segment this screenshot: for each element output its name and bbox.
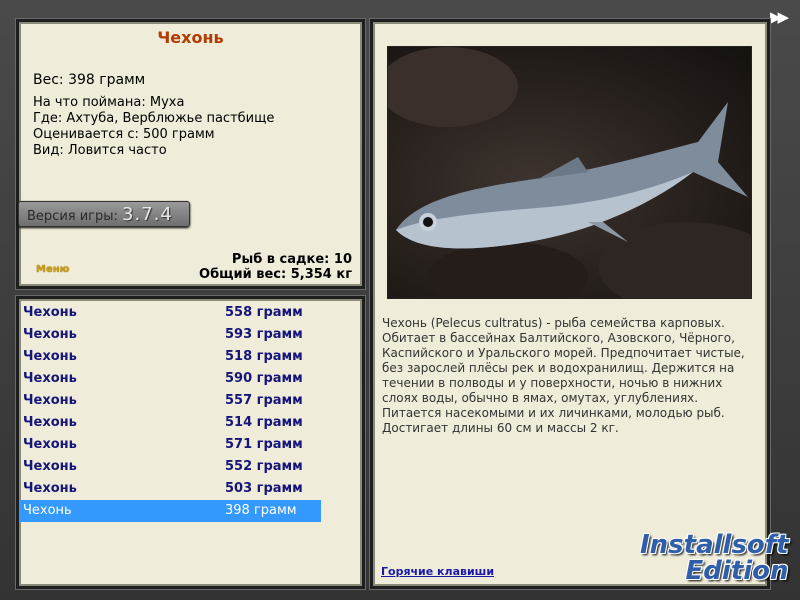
list-item[interactable]: Чехонь 558 грамм: [20, 302, 321, 324]
watermark-logo: Installsoft Edition: [640, 532, 789, 584]
fish-details: На что поймана: Муха Где: Ахтуба, Верблю…: [33, 95, 274, 159]
fish-photo: [387, 46, 752, 299]
list-item[interactable]: Чехонь 518 грамм: [20, 346, 321, 368]
fish-weight: 518 грамм: [225, 349, 303, 364]
cage-stats: Рыб в садке: 10 Общий вес: 5,354 кг: [199, 252, 352, 282]
watermark-line1: Installsoft: [640, 530, 789, 560]
fish-name: Чехонь: [23, 459, 77, 474]
fish-weight: 557 грамм: [225, 393, 303, 408]
hotkeys-link[interactable]: Горячие клавиши: [381, 565, 494, 578]
list-item[interactable]: Чехонь 571 грамм: [20, 434, 321, 456]
location: Где: Ахтуба, Верблюжье пастбище: [33, 111, 275, 126]
valued-from: Оценивается с: 500 грамм: [33, 127, 215, 142]
fish-name: Чехонь: [23, 393, 77, 408]
list-item[interactable]: Чехонь 593 грамм: [20, 324, 321, 346]
list-item[interactable]: Чехонь 503 грамм: [20, 478, 321, 500]
fish-weight: 590 грамм: [225, 371, 303, 386]
fish-illustration: [388, 47, 751, 298]
fast-forward-icon[interactable]: ▶▶: [770, 8, 789, 26]
fish-weight: 503 грамм: [225, 481, 303, 496]
fish-weight: 514 грамм: [225, 415, 303, 430]
list-item[interactable]: Чехонь 557 грамм: [20, 390, 321, 412]
frequency: Вид: Ловится часто: [33, 143, 167, 158]
list-item-selected[interactable]: Чехонь 398 грамм: [20, 500, 321, 522]
menu-link[interactable]: Меню: [36, 264, 69, 275]
fish-weight: Вес: 398 грамм: [33, 72, 146, 88]
fish-name: Чехонь: [23, 327, 77, 342]
fish-name: Чехонь: [23, 349, 77, 364]
fish-name: Чехонь: [23, 371, 77, 386]
version-number: 3.7.4: [122, 204, 173, 225]
fish-weight: 558 грамм: [225, 305, 303, 320]
version-label: Версия игры:: [27, 209, 118, 224]
watermark-line2: Edition: [685, 556, 789, 586]
fish-weight: 571 грамм: [225, 437, 303, 452]
fish-title: Чехонь: [157, 28, 224, 47]
cage-total-weight: Общий вес: 5,354 кг: [199, 267, 352, 282]
fish-name: Чехонь: [23, 481, 77, 496]
fish-name: Чехонь: [23, 437, 77, 452]
catch-list: Чехонь 558 грамм Чехонь 593 грамм Чехонь 51…: [20, 302, 321, 522]
list-item[interactable]: Чехонь 514 грамм: [20, 412, 321, 434]
fish-name: Чехонь: [23, 503, 72, 518]
fish-weight: 398 грамм: [225, 503, 297, 518]
fish-name: Чехонь: [23, 305, 77, 320]
list-item[interactable]: Чехонь 552 грамм: [20, 456, 321, 478]
version-badge: Версия игры: 3.7.4: [18, 201, 190, 227]
fish-weight: 552 грамм: [225, 459, 303, 474]
fish-name: Чехонь: [23, 415, 77, 430]
caught-on: На что поймана: Муха: [33, 95, 185, 110]
list-item[interactable]: Чехонь 590 грамм: [20, 368, 321, 390]
fish-description: Чехонь (Pelecus cultratus) - рыба семейс…: [382, 316, 745, 435]
cage-count: Рыб в садке: 10: [231, 252, 352, 267]
fish-weight: 593 грамм: [225, 327, 303, 342]
